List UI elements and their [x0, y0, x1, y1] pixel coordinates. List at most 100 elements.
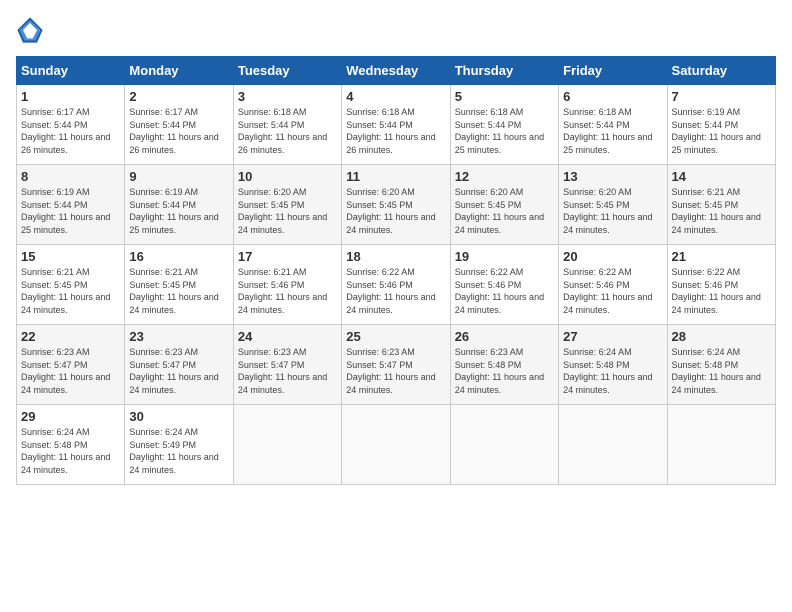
day-cell: 22Sunrise: 6:23 AMSunset: 5:47 PMDayligh… — [17, 325, 125, 405]
day-number: 25 — [346, 329, 445, 344]
calendar-table: SundayMondayTuesdayWednesdayThursdayFrid… — [16, 56, 776, 485]
day-number: 24 — [238, 329, 337, 344]
day-number: 23 — [129, 329, 228, 344]
day-info: Sunrise: 6:22 AMSunset: 5:46 PMDaylight:… — [563, 266, 662, 316]
day-cell: 15 Sunrise: 6:21 AMSunset: 5:45 PMDayligh… — [17, 245, 125, 325]
day-info: Sunrise: 6:20 AMSunset: 5:45 PMDaylight:… — [563, 186, 662, 236]
day-cell — [559, 405, 667, 485]
day-number: 8 — [21, 169, 120, 184]
day-cell: 2 Sunrise: 6:17 AMSunset: 5:44 PMDaylight… — [125, 85, 233, 165]
day-cell: 12 Sunrise: 6:20 AMSunset: 5:45 PMDayligh… — [450, 165, 558, 245]
header-saturday: Saturday — [667, 57, 775, 85]
day-cell: 27 Sunrise: 6:24 AMSunset: 5:48 PMDayligh… — [559, 325, 667, 405]
day-info: Sunrise: 6:24 AMSunset: 5:48 PMDaylight:… — [672, 346, 771, 396]
day-info: Sunrise: 6:20 AMSunset: 5:45 PMDaylight:… — [455, 186, 554, 236]
day-cell — [667, 405, 775, 485]
day-number: 28 — [672, 329, 771, 344]
day-info: Sunrise: 6:21 AMSunset: 5:45 PMDaylight:… — [129, 266, 228, 316]
calendar-header: SundayMondayTuesdayWednesdayThursdayFrid… — [17, 57, 776, 85]
day-info: Sunrise: 6:21 AMSunset: 5:45 PMDaylight:… — [21, 266, 120, 316]
day-info: Sunrise: 6:23 AMSunset: 5:47 PMDaylight:… — [346, 346, 445, 396]
day-cell: 6 Sunrise: 6:18 AMSunset: 5:44 PMDaylight… — [559, 85, 667, 165]
day-number: 1 — [21, 89, 120, 104]
day-number: 9 — [129, 169, 228, 184]
day-cell: 14Sunrise: 6:21 AMSunset: 5:45 PMDayligh… — [667, 165, 775, 245]
day-cell: 16Sunrise: 6:21 AMSunset: 5:45 PMDayligh… — [125, 245, 233, 325]
day-cell: 8 Sunrise: 6:19 AMSunset: 5:44 PMDaylight… — [17, 165, 125, 245]
day-cell: 29Sunrise: 6:24 AMSunset: 5:48 PMDayligh… — [17, 405, 125, 485]
day-info: Sunrise: 6:19 AMSunset: 5:44 PMDaylight:… — [672, 106, 771, 156]
day-info: Sunrise: 6:22 AMSunset: 5:46 PMDaylight:… — [672, 266, 771, 316]
day-number: 5 — [455, 89, 554, 104]
day-info: Sunrise: 6:22 AMSunset: 5:46 PMDaylight:… — [455, 266, 554, 316]
day-info: Sunrise: 6:19 AMSunset: 5:44 PMDaylight:… — [21, 186, 120, 236]
day-number: 17 — [238, 249, 337, 264]
day-cell: 9 Sunrise: 6:19 AMSunset: 5:44 PMDaylight… — [125, 165, 233, 245]
day-number: 20 — [563, 249, 662, 264]
day-cell: 1 Sunrise: 6:17 AMSunset: 5:44 PMDaylight… — [17, 85, 125, 165]
day-cell: 25 Sunrise: 6:23 AMSunset: 5:47 PMDayligh… — [342, 325, 450, 405]
day-cell — [233, 405, 341, 485]
day-number: 11 — [346, 169, 445, 184]
day-cell: 21Sunrise: 6:22 AMSunset: 5:46 PMDayligh… — [667, 245, 775, 325]
day-number: 18 — [346, 249, 445, 264]
day-cell: 24 Sunrise: 6:23 AMSunset: 5:47 PMDayligh… — [233, 325, 341, 405]
day-info: Sunrise: 6:18 AMSunset: 5:44 PMDaylight:… — [346, 106, 445, 156]
day-cell: 3 Sunrise: 6:18 AMSunset: 5:44 PMDaylight… — [233, 85, 341, 165]
day-number: 4 — [346, 89, 445, 104]
day-info: Sunrise: 6:23 AMSunset: 5:48 PMDaylight:… — [455, 346, 554, 396]
day-number: 13 — [563, 169, 662, 184]
day-cell — [342, 405, 450, 485]
header-sunday: Sunday — [17, 57, 125, 85]
day-info: Sunrise: 6:22 AMSunset: 5:46 PMDaylight:… — [346, 266, 445, 316]
day-info: Sunrise: 6:19 AMSunset: 5:44 PMDaylight:… — [129, 186, 228, 236]
header-monday: Monday — [125, 57, 233, 85]
day-number: 12 — [455, 169, 554, 184]
day-number: 6 — [563, 89, 662, 104]
day-number: 14 — [672, 169, 771, 184]
day-cell: 4 Sunrise: 6:18 AMSunset: 5:44 PMDaylight… — [342, 85, 450, 165]
day-info: Sunrise: 6:20 AMSunset: 5:45 PMDaylight:… — [346, 186, 445, 236]
logo — [16, 16, 48, 44]
day-info: Sunrise: 6:18 AMSunset: 5:44 PMDaylight:… — [563, 106, 662, 156]
day-info: Sunrise: 6:24 AMSunset: 5:48 PMDaylight:… — [563, 346, 662, 396]
day-cell: 13 Sunrise: 6:20 AMSunset: 5:45 PMDayligh… — [559, 165, 667, 245]
day-number: 19 — [455, 249, 554, 264]
day-cell: 30Sunrise: 6:24 AMSunset: 5:49 PMDayligh… — [125, 405, 233, 485]
day-cell: 18 Sunrise: 6:22 AMSunset: 5:46 PMDayligh… — [342, 245, 450, 325]
header-row: SundayMondayTuesdayWednesdayThursdayFrid… — [17, 57, 776, 85]
day-number: 2 — [129, 89, 228, 104]
day-info: Sunrise: 6:23 AMSunset: 5:47 PMDaylight:… — [129, 346, 228, 396]
header-wednesday: Wednesday — [342, 57, 450, 85]
day-number: 29 — [21, 409, 120, 424]
logo-icon — [16, 16, 44, 44]
day-info: Sunrise: 6:20 AMSunset: 5:45 PMDaylight:… — [238, 186, 337, 236]
day-info: Sunrise: 6:18 AMSunset: 5:44 PMDaylight:… — [238, 106, 337, 156]
day-cell — [450, 405, 558, 485]
page-header — [16, 16, 776, 44]
week-row-1: 1 Sunrise: 6:17 AMSunset: 5:44 PMDaylight… — [17, 85, 776, 165]
day-cell: 26Sunrise: 6:23 AMSunset: 5:48 PMDayligh… — [450, 325, 558, 405]
day-cell: 10 Sunrise: 6:20 AMSunset: 5:45 PMDayligh… — [233, 165, 341, 245]
day-cell: 17Sunrise: 6:21 AMSunset: 5:46 PMDayligh… — [233, 245, 341, 325]
day-number: 7 — [672, 89, 771, 104]
day-info: Sunrise: 6:18 AMSunset: 5:44 PMDaylight:… — [455, 106, 554, 156]
header-tuesday: Tuesday — [233, 57, 341, 85]
day-info: Sunrise: 6:23 AMSunset: 5:47 PMDaylight:… — [238, 346, 337, 396]
day-cell: 11 Sunrise: 6:20 AMSunset: 5:45 PMDayligh… — [342, 165, 450, 245]
day-number: 15 — [21, 249, 120, 264]
calendar-body: 1 Sunrise: 6:17 AMSunset: 5:44 PMDaylight… — [17, 85, 776, 485]
day-info: Sunrise: 6:17 AMSunset: 5:44 PMDaylight:… — [21, 106, 120, 156]
day-info: Sunrise: 6:17 AMSunset: 5:44 PMDaylight:… — [129, 106, 228, 156]
day-info: Sunrise: 6:24 AMSunset: 5:49 PMDaylight:… — [129, 426, 228, 476]
day-number: 27 — [563, 329, 662, 344]
week-row-5: 29Sunrise: 6:24 AMSunset: 5:48 PMDayligh… — [17, 405, 776, 485]
week-row-2: 8 Sunrise: 6:19 AMSunset: 5:44 PMDaylight… — [17, 165, 776, 245]
day-number: 10 — [238, 169, 337, 184]
day-cell: 19 Sunrise: 6:22 AMSunset: 5:46 PMDayligh… — [450, 245, 558, 325]
day-cell: 20 Sunrise: 6:22 AMSunset: 5:46 PMDayligh… — [559, 245, 667, 325]
week-row-4: 22Sunrise: 6:23 AMSunset: 5:47 PMDayligh… — [17, 325, 776, 405]
day-info: Sunrise: 6:23 AMSunset: 5:47 PMDaylight:… — [21, 346, 120, 396]
header-friday: Friday — [559, 57, 667, 85]
day-number: 3 — [238, 89, 337, 104]
